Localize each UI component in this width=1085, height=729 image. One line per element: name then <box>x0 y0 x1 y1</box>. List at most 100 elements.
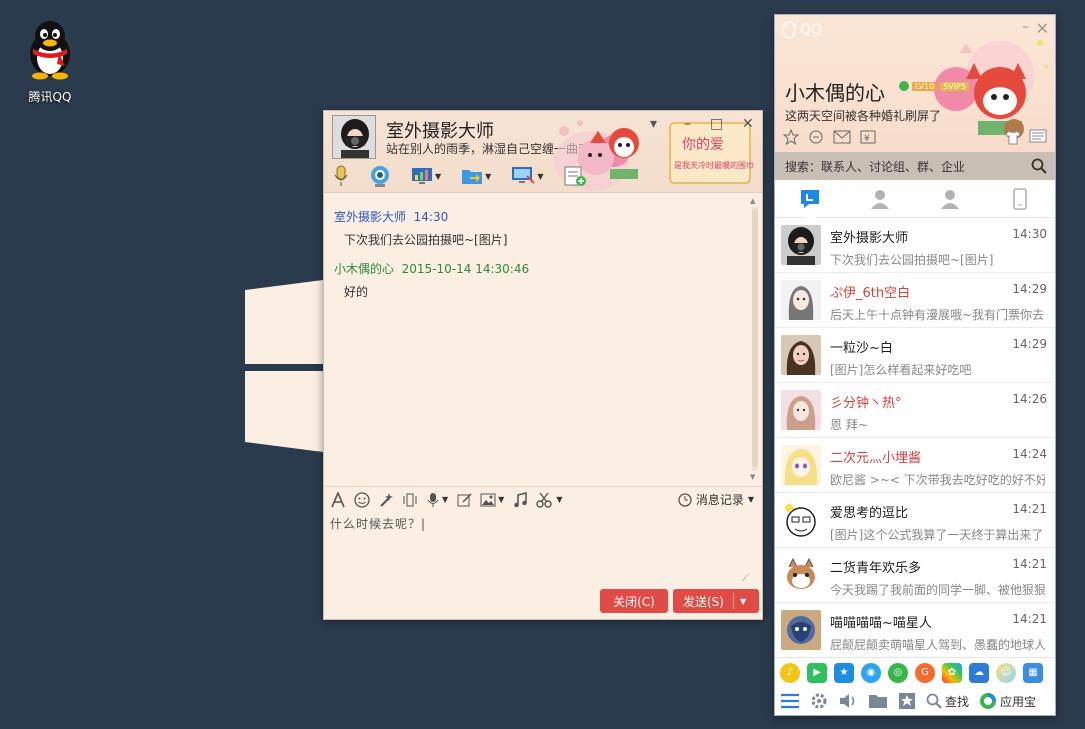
remote-assist-button[interactable]: ▼ <box>408 164 444 188</box>
app-store-label: 应用宝 <box>1000 694 1037 709</box>
send-options-dropdown-icon[interactable]: ▼ <box>740 597 746 606</box>
star-icon[interactable] <box>783 129 799 145</box>
conversation-item[interactable]: 喵喵喵喵~喵星人 14:21 屁颠屁颠卖萌喵星人驾到、愚蠢的地球人 <box>775 603 1055 656</box>
close-icon[interactable]: ✕ <box>1036 19 1049 38</box>
conversation-item[interactable]: 室外摄影大师 14:30 下次我们去公园拍摄吧~[图片] <box>775 218 1055 273</box>
send-file-button[interactable]: ▼ <box>458 164 494 188</box>
favorites-star-icon[interactable]: ★ <box>834 662 854 683</box>
message-history[interactable]: 室外摄影大师 14:30 下次我们去公园拍摄吧~[图片] 小木偶的心 2015-… <box>324 194 762 484</box>
message-box-icon[interactable] <box>1029 129 1047 143</box>
skin-dropdown-icon[interactable]: ▾ <box>650 116 657 132</box>
message-input[interactable]: 什么时候去呢？| <box>330 515 754 581</box>
font-icon <box>331 491 345 507</box>
message-sender[interactable]: 室外摄影大师 <box>334 210 406 224</box>
dropdown-arrow-icon[interactable]: ▼ <box>442 495 448 504</box>
window-shake-button[interactable] <box>402 490 418 510</box>
user-nickname[interactable]: 小木偶的心 <box>785 77 885 106</box>
qq-main-panel: QQ – ✕ 小木偶的心 LV10 SVIP5 这两天空间被各种婚礼刷屏了 ¥ … <box>774 14 1056 716</box>
photo-album-icon[interactable]: ✿ <box>942 662 962 683</box>
contact-avatar[interactable] <box>332 115 376 159</box>
level-badge[interactable]: LV10 <box>912 81 938 91</box>
speaker-icon <box>840 694 855 708</box>
send-image-button[interactable]: ▼ <box>480 490 504 510</box>
shirt-icon[interactable] <box>1005 129 1021 145</box>
edit-button[interactable] <box>456 490 472 510</box>
dropdown-arrow-icon[interactable]: ▼ <box>748 495 754 504</box>
conversation-item[interactable]: 二货青年欢乐多 14:21 今天我踢了我前面的同学一脚、被他狠狠 <box>775 548 1055 603</box>
qq-pet-icon[interactable]: ☺ <box>996 662 1016 683</box>
qq-game-icon[interactable]: G <box>915 662 935 683</box>
svip-badge[interactable]: SVIP5 <box>940 81 970 91</box>
conversation-name: 喵喵喵喵~喵星人 <box>830 616 932 631</box>
voice-call-button[interactable] <box>330 164 352 188</box>
qzone-icon[interactable] <box>808 129 824 145</box>
tab-contacts[interactable] <box>845 180 915 217</box>
conversation-item[interactable]: 二次元灬小埋酱 14:24 欧尼酱 >~< 下次带我去吃好吃的好不好 <box>775 438 1055 493</box>
close-button[interactable]: 关闭(C) <box>600 589 668 613</box>
collection-button[interactable] <box>898 692 916 710</box>
send-button[interactable]: 发送(S) ▼ <box>673 589 759 613</box>
maximize-icon[interactable]: □ <box>710 116 723 132</box>
search-icon[interactable] <box>1031 158 1047 174</box>
conversation-item[interactable]: ぷ伊_6th空白 14:29 后天上午十点钟有漫展哦~我有门票你去 <box>775 273 1055 328</box>
scrollbar-thumb[interactable] <box>752 209 758 467</box>
mail-icon[interactable] <box>833 130 851 144</box>
dropdown-arrow-icon[interactable]: ▼ <box>498 495 504 504</box>
font-button[interactable] <box>330 490 346 510</box>
screenshot-button[interactable]: ▼ <box>536 490 562 510</box>
avatar <box>781 555 821 595</box>
conversation-time: 14:21 <box>1012 502 1047 516</box>
avatar <box>781 500 821 540</box>
dropdown-arrow-icon[interactable]: ▼ <box>435 172 441 181</box>
music-button[interactable] <box>512 490 528 510</box>
group-chat-button[interactable] <box>560 164 590 188</box>
contact-search-bar[interactable]: 搜索：联系人、讨论组、群、企业 <box>775 152 1055 180</box>
weiyun-cloud-icon[interactable]: ☁ <box>969 662 989 683</box>
video-call-button[interactable] <box>366 164 394 188</box>
minimize-icon[interactable]: – <box>684 116 691 132</box>
magic-expression-button[interactable] <box>378 490 394 510</box>
conversation-item[interactable]: 彡分钟丶热° 14:26 恩 拜~ <box>775 383 1055 438</box>
search-input[interactable]: 搜索：联系人、讨论组、群、企业 <box>785 158 965 175</box>
chat-bubble-icon <box>801 189 819 208</box>
app-store-button[interactable]: 应用宝 <box>979 692 1036 710</box>
qq-music-icon[interactable]: ♪ <box>780 662 800 683</box>
dropdown-arrow-icon[interactable]: ▼ <box>556 495 562 504</box>
tab-recent-sessions[interactable] <box>775 180 845 218</box>
dropdown-arrow-icon[interactable]: ▼ <box>485 172 491 181</box>
settings-button[interactable] <box>810 692 828 710</box>
resize-grip-icon[interactable]: ⟋ <box>742 573 749 584</box>
message-header: 室外摄影大师 14:30 <box>334 208 752 225</box>
qq-penguin-app-icon[interactable]: ◉ <box>861 662 881 683</box>
app-manager-icon[interactable]: ▦ <box>1023 662 1043 683</box>
clock-icon <box>678 492 692 507</box>
minimize-icon[interactable]: – <box>1022 19 1029 35</box>
screen-share-button[interactable]: ▼ <box>508 164 546 188</box>
user-signature[interactable]: 这两天空间被各种婚礼刷屏了 <box>785 107 945 124</box>
scroll-up-icon[interactable]: ▲ <box>750 197 755 205</box>
message-scrollbar[interactable]: ▲ ▼ <box>750 197 760 483</box>
conversation-name: 二货青年欢乐多 <box>830 561 922 576</box>
sound-button[interactable] <box>838 692 858 710</box>
desktop-qq-shortcut[interactable]: 腾讯QQ <box>18 18 82 105</box>
qq-browser-icon[interactable]: ◎ <box>888 662 908 683</box>
wallet-icon[interactable]: ¥ <box>860 129 876 145</box>
conversation-name: 室外摄影大师 <box>830 231 909 246</box>
emoji-button[interactable] <box>354 490 370 510</box>
find-button[interactable]: 查找 <box>926 693 969 710</box>
main-menu-button[interactable] <box>780 693 800 709</box>
close-icon[interactable]: ✕ <box>742 116 754 132</box>
tab-groups[interactable] <box>915 180 985 217</box>
conversation-item[interactable]: 一粒沙~白 14:29 [图片]怎么样看起来好吃吧 <box>775 328 1055 383</box>
file-assistant-button[interactable] <box>868 693 888 709</box>
message-history-button[interactable]: 消息记录 ▼ <box>678 491 754 508</box>
voice-message-button[interactable]: ▼ <box>426 490 448 510</box>
tab-devices[interactable] <box>985 180 1055 217</box>
dropdown-arrow-icon[interactable]: ▼ <box>537 172 543 181</box>
tencent-video-icon[interactable]: ▶ <box>807 662 827 683</box>
scroll-down-icon[interactable]: ▼ <box>750 473 755 481</box>
conversation-item[interactable]: 爱思考的逗比 14:21 [图片]这个公式我算了一天终于算出来了 <box>775 493 1055 548</box>
conversation-list[interactable]: 室外摄影大师 14:30 下次我们去公园拍摄吧~[图片] ぷ伊_6th空白 14… <box>775 218 1055 656</box>
online-status-icon[interactable] <box>899 81 909 91</box>
message-sender[interactable]: 小木偶的心 <box>334 262 394 276</box>
